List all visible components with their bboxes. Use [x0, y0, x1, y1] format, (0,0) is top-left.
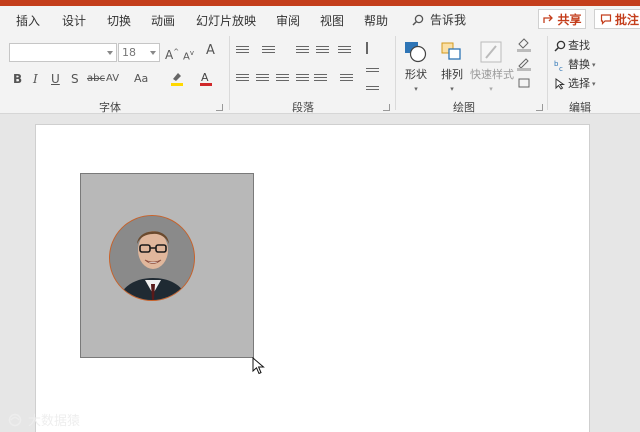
- separator: [229, 36, 230, 110]
- cursor-arrow-icon: [555, 78, 566, 90]
- align-text-icon[interactable]: [366, 68, 379, 79]
- search-icon: [554, 40, 566, 52]
- shape-outline-button[interactable]: [516, 57, 534, 74]
- arrange-icon: [441, 42, 461, 60]
- smartart-icon[interactable]: [366, 86, 379, 97]
- italic-button[interactable]: I: [33, 72, 38, 86]
- decrease-indent-icon[interactable]: [296, 46, 309, 57]
- paragraph-dialog-launcher[interactable]: [383, 104, 390, 111]
- align-center-icon[interactable]: [256, 74, 269, 85]
- person-photo-icon: [110, 216, 194, 300]
- justify-icon[interactable]: [296, 74, 309, 85]
- bullets-icon[interactable]: [236, 46, 249, 57]
- search-icon: [412, 14, 424, 26]
- select-label: 选择: [568, 77, 590, 90]
- line-spacing-icon[interactable]: [340, 74, 353, 85]
- svg-text:A: A: [201, 71, 209, 84]
- find-label: 查找: [568, 39, 590, 52]
- replace-icon: bc: [554, 60, 563, 71]
- paint-bucket-icon: [517, 38, 531, 52]
- effects-icon: [518, 78, 530, 88]
- quick-styles-icon: [480, 41, 502, 63]
- text-direction-icon[interactable]: [366, 42, 379, 54]
- tab-slideshow[interactable]: 幻灯片放映: [196, 12, 256, 29]
- tab-transitions[interactable]: 切换: [107, 12, 131, 29]
- tab-review[interactable]: 审阅: [276, 12, 300, 29]
- quick-styles-label: 快速样式: [470, 68, 514, 81]
- pen-icon: [517, 58, 531, 71]
- shapes-icon: [405, 42, 427, 63]
- chevron-down-icon: [150, 51, 156, 55]
- arrange-button[interactable]: 排列 ▾: [438, 40, 466, 96]
- char-spacing-button[interactable]: AV: [106, 72, 119, 86]
- share-button[interactable]: 共享: [538, 9, 586, 29]
- replace-label: 替换: [568, 58, 590, 71]
- quick-styles-button[interactable]: 快速样式 ▾: [470, 40, 514, 96]
- ribbon-tab-row: 插入 设计 切换 动画 幻灯片放映 审阅 视图 帮助 告诉我 共享 批注: [0, 6, 640, 32]
- chevron-down-icon: [107, 51, 113, 55]
- tab-view[interactable]: 视图: [320, 12, 344, 29]
- font-name-input[interactable]: [9, 43, 117, 62]
- numbering-icon[interactable]: [262, 46, 275, 57]
- increase-indent-icon[interactable]: [316, 46, 329, 57]
- columns-icon[interactable]: [338, 46, 351, 57]
- share-label: 共享: [557, 12, 582, 27]
- distributed-icon[interactable]: [314, 74, 327, 85]
- arrange-label: 排列: [441, 68, 463, 81]
- underline-button[interactable]: U: [51, 72, 60, 86]
- tab-animations[interactable]: 动画: [151, 12, 175, 29]
- tab-help[interactable]: 帮助: [364, 12, 388, 29]
- drawing-group-label: 绘图: [453, 101, 475, 114]
- highlighter-icon: [171, 73, 183, 86]
- text-shadow-button[interactable]: S: [71, 72, 79, 86]
- svg-text:c: c: [559, 65, 563, 71]
- shapes-button[interactable]: 形状 ▾: [402, 40, 430, 96]
- font-size-input[interactable]: 18: [118, 43, 160, 62]
- separator: [547, 36, 548, 110]
- grow-font-button[interactable]: A^: [165, 45, 179, 62]
- ribbon: 18 A^ Av A B I U S abc AV Aa A 字体 段落 形状 …: [0, 32, 640, 114]
- select-button[interactable]: 选择 ▾: [554, 77, 596, 91]
- font-dialog-launcher[interactable]: [216, 104, 223, 111]
- find-button[interactable]: 查找: [554, 39, 590, 53]
- font-color-button[interactable]: A: [199, 70, 213, 89]
- paragraph-group-label: 段落: [292, 101, 314, 114]
- comments-button[interactable]: 批注: [594, 9, 640, 29]
- bold-button[interactable]: B: [13, 72, 22, 86]
- font-size-value: 18: [122, 46, 136, 59]
- drawing-dialog-launcher[interactable]: [536, 104, 543, 111]
- align-right-icon[interactable]: [276, 74, 289, 85]
- font-color-icon: A: [200, 71, 212, 86]
- shrink-font-button[interactable]: Av: [183, 46, 194, 64]
- comments-label: 批注: [615, 12, 640, 27]
- change-case-button[interactable]: Aa: [134, 72, 148, 86]
- mouse-cursor-icon: [252, 357, 265, 375]
- shape-effects-button[interactable]: [516, 76, 534, 93]
- strikethrough-button[interactable]: abc: [87, 72, 105, 86]
- font-group-label: 字体: [99, 101, 121, 114]
- editing-group-label: 编辑: [569, 101, 591, 114]
- watermark-text: 大数据猿: [28, 414, 81, 429]
- avatar-photo[interactable]: [109, 215, 195, 301]
- highlight-button[interactable]: [170, 70, 184, 89]
- tell-me-label: 告诉我: [430, 13, 467, 27]
- share-icon: [543, 14, 554, 23]
- shape-fill-button[interactable]: [516, 38, 534, 55]
- separator: [395, 36, 396, 110]
- align-left-icon[interactable]: [236, 74, 249, 85]
- clear-formatting-button[interactable]: A: [206, 44, 215, 58]
- tab-design[interactable]: 设计: [62, 12, 86, 29]
- shapes-label: 形状: [405, 68, 427, 81]
- comment-icon: [600, 14, 612, 25]
- watermark: 大数据猿: [8, 410, 80, 429]
- tab-insert[interactable]: 插入: [16, 12, 40, 29]
- tell-me-box[interactable]: 告诉我: [412, 11, 466, 28]
- watermark-logo-icon: [8, 413, 22, 426]
- replace-button[interactable]: bc 替换 ▾: [554, 58, 596, 72]
